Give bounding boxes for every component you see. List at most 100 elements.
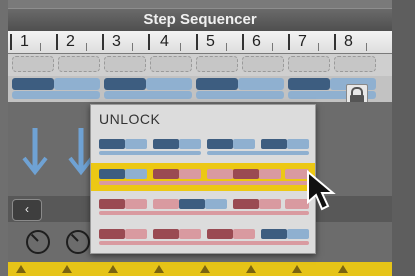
- empty-slot-row: [8, 54, 392, 76]
- panel-title: Step Sequencer: [8, 8, 392, 32]
- pattern-option[interactable]: [91, 193, 315, 221]
- pattern-option-highlighted[interactable]: [91, 163, 315, 191]
- empty-slot[interactable]: [104, 56, 146, 72]
- pattern-segment: [125, 229, 147, 239]
- step-tick: [148, 34, 150, 50]
- empty-slot[interactable]: [242, 56, 284, 72]
- pattern-segment: [288, 78, 330, 90]
- step-marker: [154, 265, 164, 273]
- pattern-segment: [179, 139, 201, 149]
- step-number: 2: [66, 33, 75, 50]
- pattern-option[interactable]: [91, 223, 315, 251]
- empty-slot[interactable]: [58, 56, 100, 72]
- mouse-cursor-icon: [307, 170, 336, 211]
- pattern-segment: [196, 91, 284, 99]
- step-tick: [180, 43, 181, 51]
- pattern-segment: [99, 181, 309, 185]
- pattern-segment: [99, 241, 309, 245]
- pattern-segment: [54, 78, 100, 90]
- pattern-segment: [153, 199, 179, 209]
- step-tick: [86, 43, 87, 51]
- step-tick: [272, 43, 273, 51]
- step-number: 6: [252, 33, 261, 50]
- step-marker: [62, 265, 72, 273]
- empty-slot[interactable]: [150, 56, 192, 72]
- pattern-segment: [179, 199, 205, 209]
- pattern-segment: [99, 229, 125, 239]
- pattern-segment: [99, 211, 309, 215]
- pattern-segment: [99, 151, 201, 155]
- pattern-row[interactable]: [8, 76, 392, 102]
- step-marker: [16, 265, 26, 273]
- pattern-segment: [259, 199, 281, 209]
- knob-icon[interactable]: [66, 230, 90, 254]
- pattern-segment: [207, 139, 233, 149]
- step-marker: [292, 265, 302, 273]
- bottom-strip: [8, 262, 392, 276]
- pattern-segment: [233, 229, 255, 239]
- pattern-segment: [179, 169, 201, 179]
- back-icon[interactable]: ‹: [12, 199, 42, 221]
- pattern-segment: [261, 229, 287, 239]
- pattern-segment: [207, 229, 233, 239]
- step-tick: [242, 34, 244, 50]
- pattern-segment: [104, 78, 146, 90]
- step-tick: [102, 34, 104, 50]
- pattern-segment: [261, 139, 287, 149]
- step-tick: [56, 34, 58, 50]
- empty-slot[interactable]: [334, 56, 376, 72]
- knob-pointer: [30, 233, 39, 242]
- step-marker: [246, 265, 256, 273]
- step-number: 4: [160, 33, 169, 50]
- step-number: 8: [344, 33, 353, 50]
- down-arrow-icon[interactable]: [20, 126, 50, 176]
- knob-pointer: [70, 233, 79, 242]
- pattern-segment: [207, 169, 233, 179]
- pattern-segment: [153, 169, 179, 179]
- pattern-segment: [238, 78, 284, 90]
- pattern-segment: [153, 229, 179, 239]
- step-tick: [40, 43, 41, 51]
- step-tick: [132, 43, 133, 51]
- step-tick: [366, 43, 367, 51]
- pattern-segment: [259, 169, 281, 179]
- pattern-segment: [196, 78, 238, 90]
- knob-icon[interactable]: [26, 230, 50, 254]
- pattern-segment: [12, 78, 54, 90]
- pattern-segment: [99, 199, 125, 209]
- scrollbar-strip[interactable]: [392, 0, 415, 276]
- step-number: 3: [112, 33, 121, 50]
- pattern-segment: [146, 78, 192, 90]
- pattern-segment: [179, 229, 201, 239]
- pattern-segment: [12, 91, 100, 99]
- step-tick: [288, 34, 290, 50]
- step-ruler[interactable]: 1 2 3 4 5 6 7 8: [8, 31, 392, 53]
- step-marker: [200, 265, 210, 273]
- step-number: 1: [20, 33, 29, 50]
- pattern-segment: [205, 199, 227, 209]
- pattern-option[interactable]: [91, 133, 315, 161]
- pattern-segment: [125, 139, 147, 149]
- pattern-segment: [125, 169, 147, 179]
- step-tick: [318, 43, 319, 51]
- step-marker: [108, 265, 118, 273]
- pattern-segment: [233, 169, 259, 179]
- step-number: 7: [298, 33, 307, 50]
- unlock-popup-menu: UNLOCK: [90, 104, 316, 254]
- step-marker: [338, 265, 348, 273]
- step-number: 5: [206, 33, 215, 50]
- step-tick: [226, 43, 227, 51]
- empty-slot[interactable]: [196, 56, 238, 72]
- step-tick: [196, 34, 198, 50]
- step-tick: [10, 34, 12, 50]
- pattern-segment: [287, 229, 309, 239]
- popup-title: UNLOCK: [99, 111, 161, 127]
- pattern-segment: [99, 169, 125, 179]
- pattern-segment: [104, 91, 192, 99]
- pattern-segment: [153, 139, 179, 149]
- pattern-segment: [207, 151, 309, 155]
- empty-slot[interactable]: [12, 56, 54, 72]
- pattern-segment: [233, 139, 255, 149]
- step-tick: [334, 34, 336, 50]
- empty-slot[interactable]: [288, 56, 330, 72]
